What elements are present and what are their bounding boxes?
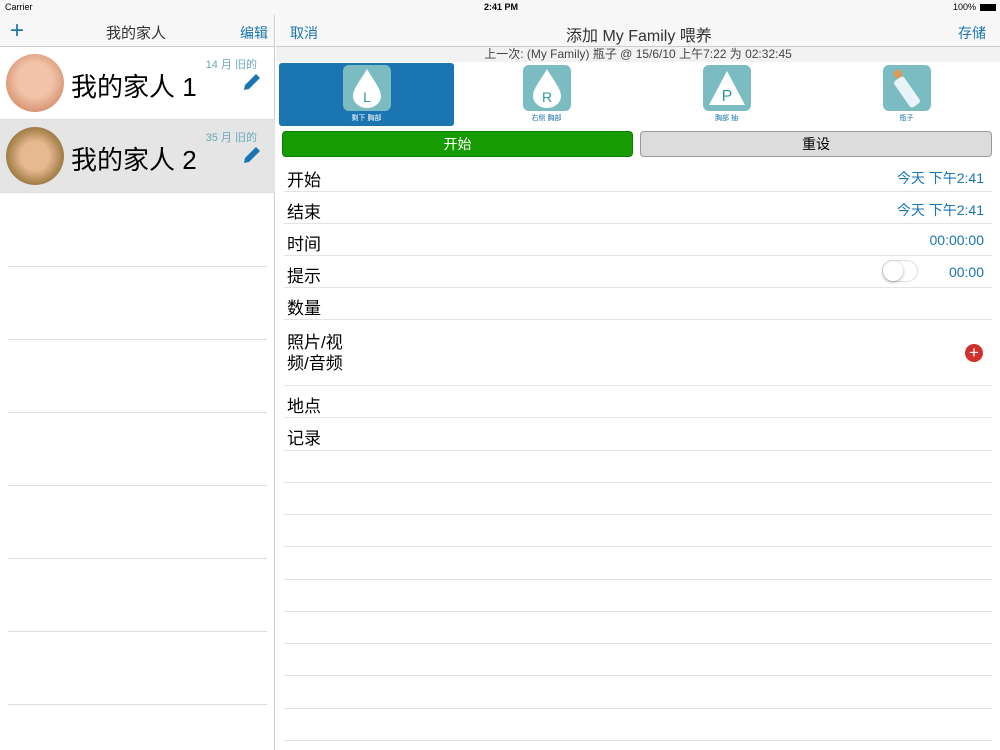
reset-button[interactable]: 重设: [640, 131, 992, 157]
divider: [8, 558, 267, 559]
empty-row: [284, 451, 992, 483]
drop-r-icon: R: [522, 65, 571, 111]
amount-row[interactable]: 数量: [284, 288, 992, 320]
feed-type-left-breast[interactable]: L 剩下 胸部: [279, 63, 454, 126]
carrier: Carrier: [5, 2, 33, 12]
divider: [8, 704, 267, 705]
triangle-p-icon: P: [702, 65, 751, 111]
start-time-row[interactable]: 开始 今天 下午2:41: [284, 160, 992, 192]
divider: [8, 412, 267, 413]
feed-form: 上一次: (My Family) 瓶子 @ 15/6/10 上午7:22 为 0…: [276, 47, 1000, 750]
divider: [8, 266, 267, 267]
drop-l-icon: L: [342, 65, 391, 111]
member-age: 35 月 旧的: [205, 132, 257, 144]
bottle-icon: [882, 65, 931, 111]
family-row[interactable]: 我的家人 2 35 月 旧的: [0, 120, 275, 193]
feed-type-label: 右侧 胸部: [531, 115, 562, 122]
empty-row: [284, 676, 992, 709]
divider: [8, 339, 267, 340]
end-time-row[interactable]: 结束 今天 下午2:41: [284, 192, 992, 224]
right-nav-bar: 取消 添加 My Family 喂养 存储: [276, 15, 1000, 47]
clock: 2:41 PM: [484, 2, 519, 12]
family-list: 我的家人 1 14 月 旧的 我的家人 2 35 月 旧的: [0, 47, 275, 750]
notes-row[interactable]: 记录: [284, 418, 992, 451]
divider: [8, 485, 267, 486]
last-feed-info: 上一次: (My Family) 瓶子 @ 15/6/10 上午7:22 为 0…: [276, 47, 1000, 62]
start-button[interactable]: 开始: [282, 131, 633, 157]
svg-text:R: R: [541, 89, 551, 105]
reminder-row: 提示 00:00: [284, 256, 992, 288]
end-label: 结束: [287, 203, 321, 222]
reminder-value[interactable]: 00:00: [949, 264, 984, 280]
divider: [8, 631, 267, 632]
avatar: [6, 54, 64, 112]
start-value[interactable]: 今天 下午2:41: [897, 168, 984, 188]
svg-text:P: P: [721, 88, 732, 105]
empty-row: [284, 644, 992, 676]
duration-value[interactable]: 00:00:00: [930, 232, 985, 248]
cancel-button[interactable]: 取消: [290, 23, 318, 43]
start-label: 开始: [287, 171, 321, 190]
left-nav-bar: + 我的家人 编辑: [0, 15, 275, 47]
media-row[interactable]: 照片/视 频/音频 +: [284, 320, 992, 386]
reminder-toggle[interactable]: [882, 260, 918, 282]
amount-label: 数量: [287, 299, 321, 318]
empty-row: [284, 709, 992, 741]
empty-row: [284, 580, 992, 612]
family-row[interactable]: 我的家人 1 14 月 旧的: [0, 47, 275, 120]
status-bar: Carrier 2:41 PM 100%: [0, 0, 1000, 15]
add-member-button[interactable]: +: [10, 17, 24, 45]
page-title: 添加 My Family 喂养: [566, 28, 712, 45]
svg-text:L: L: [363, 89, 371, 105]
empty-row: [284, 483, 992, 515]
feed-type-label: 瓶子: [899, 115, 914, 122]
feed-type-label: 剩下 胸部: [351, 115, 382, 122]
add-media-icon[interactable]: +: [965, 344, 983, 362]
member-name: 我的家人 2: [71, 145, 197, 175]
feed-type-label: 胸部 抽: [715, 115, 738, 122]
media-label: 照片/视 频/音频: [287, 333, 343, 373]
feed-type-pump[interactable]: P 胸部 抽: [639, 63, 814, 126]
pencil-icon[interactable]: [241, 144, 263, 166]
save-button[interactable]: 存储: [958, 23, 986, 43]
empty-row: [284, 612, 992, 644]
location-row[interactable]: 地点: [284, 386, 992, 418]
feed-type-right-breast[interactable]: R 右侧 胸部: [459, 63, 634, 126]
left-nav-title: 我的家人: [106, 25, 167, 42]
duration-label: 时间: [287, 235, 321, 254]
location-label: 地点: [287, 397, 321, 416]
avatar: [6, 127, 64, 185]
empty-row: [284, 547, 992, 580]
feed-type-bottle[interactable]: 瓶子: [819, 63, 994, 126]
duration-row[interactable]: 时间 00:00:00: [284, 224, 992, 256]
notes-label: 记录: [287, 429, 321, 448]
reminder-label: 提示: [287, 267, 321, 286]
battery-level: 100%: [952, 2, 976, 12]
empty-row: [284, 515, 992, 547]
member-name: 我的家人 1: [71, 72, 197, 102]
member-age: 14 月 旧的: [205, 59, 257, 71]
edit-button[interactable]: 编辑: [240, 23, 268, 43]
battery-icon: [980, 4, 996, 11]
pencil-icon[interactable]: [241, 71, 263, 93]
end-value[interactable]: 今天 下午2:41: [897, 200, 984, 220]
